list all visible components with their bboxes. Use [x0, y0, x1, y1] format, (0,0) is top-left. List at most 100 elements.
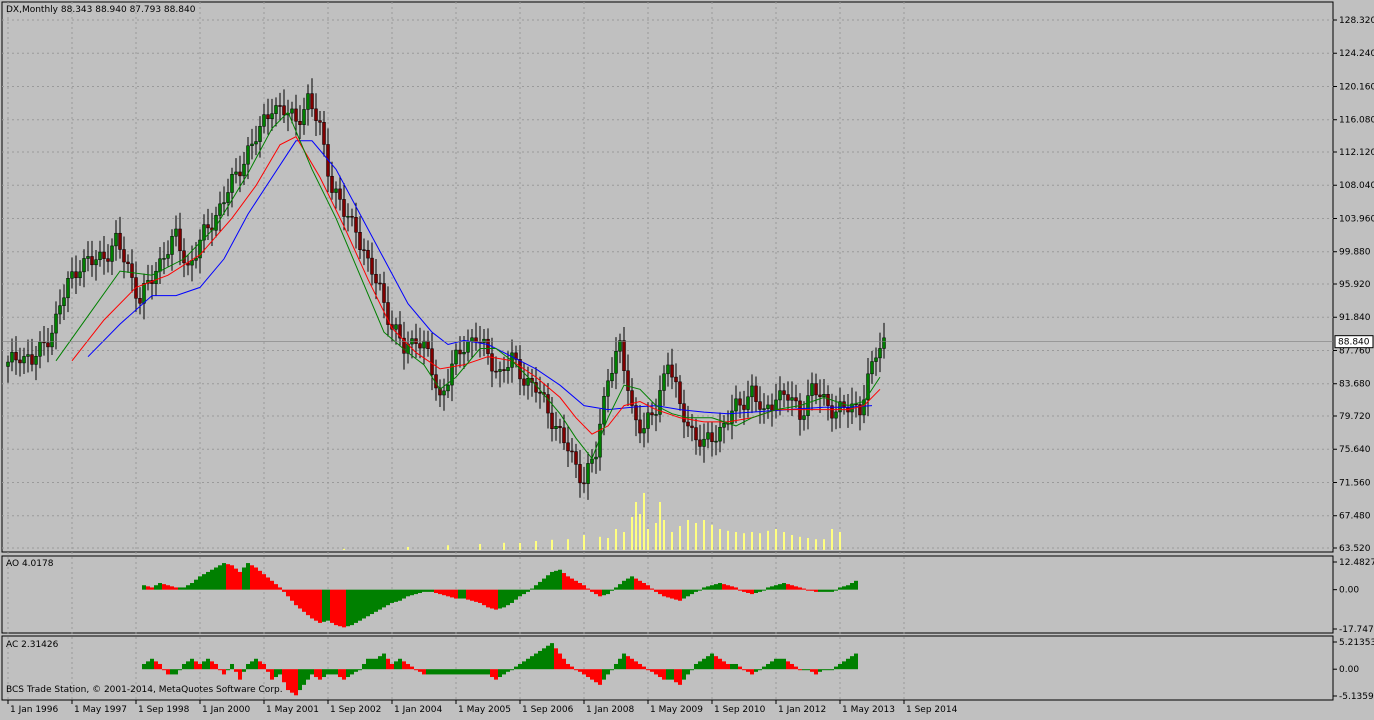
ac-bar [358, 669, 362, 671]
ao-bar [322, 589, 326, 622]
ao-bar [814, 589, 818, 592]
volume-bar [407, 547, 409, 550]
ao-bar [434, 589, 438, 593]
ao-bar [438, 589, 442, 595]
candle-body [646, 412, 650, 429]
ac-bar [186, 661, 190, 670]
ao-bar [310, 589, 314, 619]
ac-bar [382, 653, 386, 670]
ac-bar [162, 669, 166, 671]
ac-bar [578, 669, 582, 672]
ac-bar [278, 669, 282, 675]
ac-bar [590, 669, 594, 680]
candle-body [246, 145, 250, 165]
ac-bar [850, 656, 854, 670]
ao-bar [558, 569, 562, 590]
volume-bar [535, 541, 537, 550]
candle-body [58, 305, 62, 315]
ao-bar [354, 589, 358, 623]
candle-body [238, 171, 242, 177]
ao-bar [658, 589, 662, 595]
candle-body [586, 463, 590, 484]
ao-bar [186, 585, 190, 590]
y-tick-label: 128.320 [1339, 16, 1374, 26]
ao-bar [574, 580, 578, 590]
ao-bar [770, 586, 774, 590]
ac-bar [402, 661, 406, 670]
ao-bar [154, 585, 158, 590]
ao-bar [838, 587, 842, 590]
ao-bar [614, 587, 618, 590]
chart-canvas[interactable]: 128.320 124.240 120.160 116.080 112.120 108.0… [0, 0, 1374, 717]
ao-bar [646, 585, 650, 590]
volume-bar [759, 533, 761, 550]
ac-bar [298, 669, 302, 691]
ac-bar [286, 669, 290, 691]
candle-body [6, 361, 10, 367]
ao-bar [426, 589, 430, 592]
ao-bar [794, 586, 798, 590]
candle-body [458, 349, 462, 355]
ac-bar [274, 669, 278, 678]
candle-body [590, 458, 594, 464]
ac-bar [438, 669, 442, 675]
ac-bar [454, 669, 458, 675]
ao-bar [846, 585, 850, 590]
ao-bar [742, 589, 746, 592]
ac-bar [182, 663, 186, 670]
ac-bar [706, 656, 710, 670]
ao-bar [826, 589, 830, 592]
ac-bar [782, 658, 786, 670]
candle-body [418, 343, 422, 349]
ac-bar [246, 663, 250, 670]
volume-bar [703, 520, 705, 550]
ao-bar [150, 587, 154, 590]
ac-bar [386, 658, 390, 670]
ac-bar [290, 669, 294, 693]
ac-bar [214, 663, 218, 670]
candle-body [270, 113, 274, 120]
candle-body [430, 348, 434, 375]
ao-bar [446, 589, 450, 597]
candle-body [722, 422, 726, 428]
volume-bar [599, 536, 601, 550]
ac-bar [266, 669, 270, 672]
candle-body [822, 394, 826, 397]
ao-bar [490, 589, 494, 609]
candle-body [122, 249, 126, 263]
ao-bar [758, 589, 762, 592]
ao-bar [782, 583, 786, 590]
ao-bar [582, 585, 586, 590]
ao-bar [550, 571, 554, 590]
ac-bar [294, 669, 298, 696]
volume-bar [659, 502, 661, 550]
candle-body [94, 259, 98, 266]
ac-bar [206, 658, 210, 670]
candle-body [86, 256, 90, 259]
ao-bar [218, 565, 222, 590]
candle-body [382, 283, 386, 303]
candle-body [302, 109, 306, 125]
candle-body [266, 114, 270, 120]
ao-bar [670, 589, 674, 599]
ao-bar [254, 567, 258, 590]
x-tick-label: 1 Sep 2002 [330, 705, 381, 715]
candle-body [734, 398, 738, 412]
candle-body [30, 354, 34, 365]
ac-bar [538, 650, 542, 670]
ao-bar [506, 589, 510, 606]
symbol-label: DX,Monthly [6, 5, 58, 15]
candle-body [118, 232, 122, 250]
ac-bar [462, 669, 466, 675]
candle-body [606, 380, 610, 397]
ao-bar [334, 589, 338, 626]
ac-bar [642, 666, 646, 670]
ma-blue-line [87, 140, 873, 415]
x-tick-label: 1 May 2013 [842, 705, 895, 715]
ac-bar [490, 669, 494, 678]
ac-bar [610, 669, 614, 671]
ao-bar [778, 584, 782, 590]
ao-bar [294, 589, 298, 606]
candle-body [714, 440, 718, 443]
ao-bar [566, 576, 570, 590]
